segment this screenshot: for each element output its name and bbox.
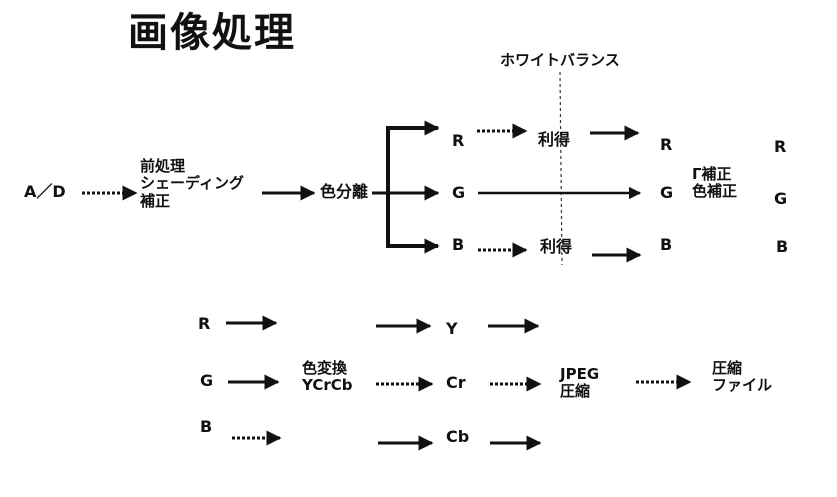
b-final-label: B (776, 237, 789, 256)
correction-label: Γ補正 色補正 (692, 165, 738, 201)
y-label: Y (446, 319, 458, 338)
r-in-label: R (452, 131, 465, 150)
cr-label: Cr (446, 373, 466, 392)
diagram-canvas: 画像処理 ホワイトバランス A／D 前処理 シェーディング 補正 色分離 R G… (0, 0, 837, 497)
b-out-label: B (660, 235, 673, 254)
g-final-label: G (774, 189, 788, 208)
g-out-label: G (660, 183, 674, 202)
ad-label: A／D (24, 182, 66, 201)
r-final-label: R (774, 137, 787, 156)
gain-b-label: 利得 (540, 237, 573, 256)
r2-label: R (198, 314, 211, 333)
gain-r-label: 利得 (538, 130, 571, 149)
cb-label: Cb (446, 427, 470, 446)
g-in-label: G (452, 183, 466, 202)
b-in-label: B (452, 235, 465, 254)
g2-label: G (200, 371, 214, 390)
r-out-label: R (660, 135, 673, 154)
diagram-lines (82, 71, 692, 451)
color-convert-label: 色変換 YCrCb (302, 359, 353, 395)
white-balance-label: ホワイトバランス (500, 51, 620, 69)
jpeg-compress-label: JPEG 圧縮 (560, 365, 600, 401)
preprocess-label: 前処理 シェーディング 補正 (140, 157, 244, 210)
color-separation-label: 色分離 (320, 182, 369, 201)
b2-label: B (200, 417, 213, 436)
separation-bracket (386, 126, 438, 248)
compressed-file-label: 圧縮 ファイル (712, 359, 773, 395)
diagram-title: 画像処理 (128, 10, 296, 56)
